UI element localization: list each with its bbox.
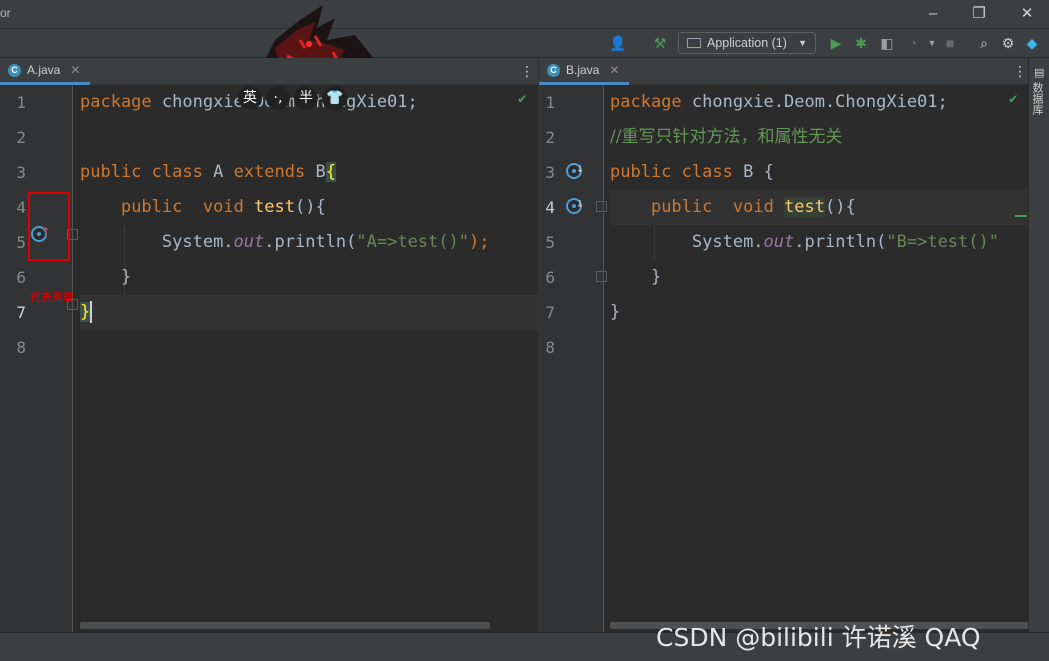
editor-pane-b: C B.java ✕ ⋮ 1 2 3 4 5 6 7 8 ↓ ↓ package…: [539, 58, 1028, 632]
line-gutter: 1 2 3 4 5 6 7 8 ↑: [0, 85, 78, 632]
code-line-7: }: [610, 302, 621, 322]
vcs-user-icon[interactable]: 👤: [608, 34, 628, 52]
window-title: or: [0, 6, 11, 20]
csdn-watermark: CSDN @bilibili 许诺溪 QAQ: [656, 623, 981, 652]
line-number: 1: [16, 93, 26, 112]
code-line-5: System.out.println("B=>test()": [691, 232, 999, 252]
tab-bar: C A.java ✕ ⋮: [0, 58, 538, 85]
application-config-icon: [687, 38, 701, 48]
profile-icon[interactable]: ◔: [903, 34, 923, 52]
horizontal-scrollbar[interactable]: [80, 622, 490, 629]
fold-icon[interactable]: [596, 271, 607, 282]
arrow-down-icon: ↓: [576, 161, 584, 176]
tab-b-java[interactable]: C B.java ✕: [539, 58, 630, 85]
line-number: 2: [16, 128, 26, 147]
code-line-6: }: [650, 267, 662, 287]
line-number: 3: [16, 163, 26, 182]
build-hammer-icon[interactable]: ⚒: [650, 34, 670, 52]
code-line-4: public void test(){: [120, 197, 326, 217]
no-problems-check-icon[interactable]: ✔: [1009, 91, 1017, 107]
gutter-divider: [72, 85, 73, 632]
restore-icon[interactable]: ❐: [968, 4, 990, 24]
tab-close-icon[interactable]: ✕: [609, 63, 619, 77]
change-marker: [1015, 215, 1027, 217]
code-line-3: public class B {: [610, 162, 774, 182]
line-number: 8: [16, 338, 26, 357]
more-options-icon[interactable]: ⋮: [520, 63, 534, 79]
line-number: 5: [16, 233, 26, 252]
run-configuration-select[interactable]: Application (1) ▼: [678, 32, 816, 54]
coverage-icon[interactable]: ◧: [877, 34, 897, 52]
run-configuration-label: Application (1): [707, 36, 787, 50]
editor-pane-a: C A.java ✕ ⋮ 1 2 3 4 5 6 7 8 ↑ package c…: [0, 58, 538, 632]
line-number: 6: [545, 268, 555, 287]
tab-bar: C B.java ✕ ⋮: [539, 58, 1028, 85]
code-line-6: }: [120, 267, 132, 287]
code-area[interactable]: package chongxie.Deom.ChongXie01; public…: [80, 85, 538, 632]
settings-gear-icon[interactable]: ⚙: [998, 34, 1018, 52]
ime-punctuation-toggle[interactable]: ·,: [266, 86, 290, 110]
tab-label: A.java: [27, 63, 61, 77]
line-number: 7: [16, 303, 26, 322]
tab-a-java[interactable]: C A.java ✕: [0, 58, 91, 85]
line-number: 2: [545, 128, 555, 147]
code-line-4: public void test(){: [650, 197, 856, 217]
tab-label: B.java: [566, 63, 600, 77]
java-class-icon: C: [547, 63, 560, 77]
more-options-icon[interactable]: ⋮: [1013, 63, 1027, 79]
profile-more-icon[interactable]: ▼: [922, 34, 942, 52]
line-number: 4: [16, 198, 26, 217]
line-number: 5: [545, 233, 555, 252]
line-number: 3: [545, 163, 555, 182]
ime-toolbar: 英 ·, 半 👕: [238, 86, 348, 112]
code-area[interactable]: package chongxie.Deom.ChongXie01; //重写只针…: [610, 85, 1028, 632]
run-icon[interactable]: ▶: [826, 34, 846, 52]
line-number: 6: [16, 268, 26, 287]
tab-close-icon[interactable]: ✕: [70, 63, 80, 77]
ime-skin-icon[interactable]: 👕: [322, 86, 348, 110]
line-number: 8: [545, 338, 555, 357]
right-tool-strip: ▤ 数据库: [1028, 58, 1049, 632]
no-problems-check-icon[interactable]: ✔: [518, 91, 526, 107]
annotation-highlight-box: [28, 192, 70, 261]
java-class-icon: C: [8, 63, 21, 77]
code-line-7: }: [80, 301, 93, 323]
current-line-highlight: [80, 295, 538, 330]
minimize-icon[interactable]: –: [922, 4, 944, 24]
main-toolbar: 👤 ⚒ Application (1) ▼ ▶ ✱ ◧ ◔ ▼ ■ ⌕ ⚙ ◆: [0, 29, 1049, 58]
annotation-label: 代表重载: [30, 291, 74, 304]
database-panel-tab[interactable]: 数据库: [1031, 82, 1045, 115]
line-gutter: 1 2 3 4 5 6 7 8 ↓ ↓: [539, 85, 607, 632]
code-line-5: System.out.println("A=>test()");: [161, 232, 490, 252]
debug-bug-icon[interactable]: ✱: [851, 34, 871, 52]
code-line-1: package chongxie.Deom.ChongXie01;: [610, 92, 948, 112]
search-icon[interactable]: ⌕: [974, 34, 994, 52]
database-icon[interactable]: ▤: [1034, 66, 1044, 79]
arrow-down-icon: ↓: [576, 196, 584, 211]
chevron-down-icon: ▼: [798, 38, 807, 48]
ime-language-toggle[interactable]: 英: [238, 86, 262, 110]
close-icon[interactable]: ✕: [1016, 4, 1038, 24]
line-number: 1: [545, 93, 555, 112]
text-cursor: [90, 301, 93, 323]
toolbox-icon[interactable]: ◆: [1022, 34, 1042, 52]
title-bar: or – ❐ ✕: [0, 0, 1049, 29]
ime-width-toggle[interactable]: 半: [294, 86, 318, 110]
line-number: 4: [545, 198, 555, 217]
code-line-2: //重写只针对方法，和属性无关: [610, 127, 843, 147]
gutter-divider: [603, 85, 604, 632]
code-line-3: public class A extends B{: [80, 162, 336, 182]
line-number: 7: [545, 303, 555, 322]
stop-icon[interactable]: ■: [940, 34, 960, 52]
fold-icon[interactable]: [596, 201, 607, 212]
